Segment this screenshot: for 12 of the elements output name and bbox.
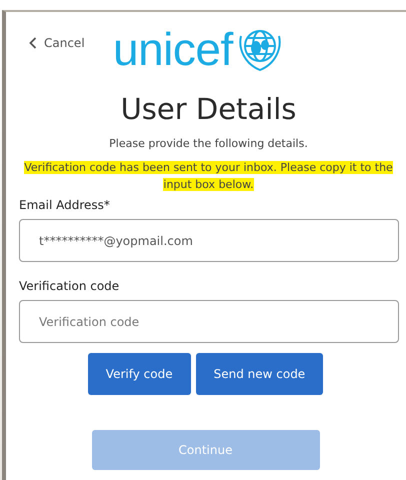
cancel-link[interactable]: Cancel xyxy=(29,36,85,50)
verify-button[interactable]: Verify code xyxy=(88,353,191,395)
instruction-text: Please provide the following details. xyxy=(108,137,309,150)
notice-text: Verification code has been sent to your inbox. Please copy it to the input box below. xyxy=(23,160,394,193)
field-label: Verification code xyxy=(19,279,120,293)
page-title: User Details xyxy=(120,91,298,127)
logo-wordmark: unicef xyxy=(113,26,233,72)
field-label: Email Address* xyxy=(19,198,111,212)
send-code-button[interactable]: Send new code xyxy=(196,353,324,395)
input-field[interactable]: t**********@yopmail.com xyxy=(19,219,399,262)
chevron-left-icon xyxy=(29,37,37,49)
input-field[interactable]: Verification code xyxy=(19,300,399,343)
